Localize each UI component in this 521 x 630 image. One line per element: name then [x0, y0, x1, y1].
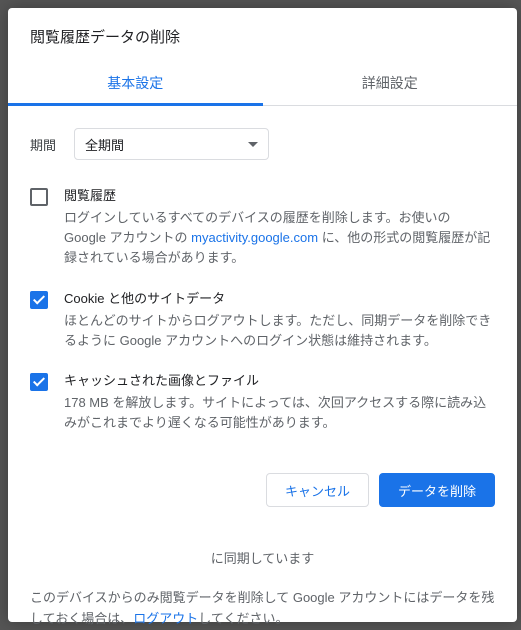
- checkbox-browsing-history[interactable]: [30, 188, 48, 206]
- time-range-label: 期間: [30, 135, 56, 154]
- myactivity-link[interactable]: myactivity.google.com: [191, 230, 318, 245]
- checkbox-cache[interactable]: [30, 373, 48, 391]
- option-title: キャッシュされた画像とファイル: [64, 371, 495, 391]
- time-range-select[interactable]: 全期間: [74, 128, 269, 160]
- option-cookies: Cookie と他のサイトデータ ほとんどのサイトからログアウトします。ただし、…: [30, 279, 495, 361]
- dialog-title: 閲覧履歴データの削除: [8, 8, 517, 61]
- checkbox-cookies[interactable]: [30, 291, 48, 309]
- option-desc: 178 MB を解放します。サイトによっては、次回アクセスする際に読み込みがこれ…: [64, 393, 495, 433]
- sync-status: に同期しています: [30, 549, 495, 588]
- tab-advanced-label: 詳細設定: [362, 75, 418, 91]
- option-desc: ログインしているすべてのデバイスの履歴を削除します。お使いの Google アカ…: [64, 208, 495, 268]
- footer-note: このデバイスからのみ閲覧データを削除して Google アカウントにはデータを残…: [30, 588, 495, 630]
- confirm-button[interactable]: データを削除: [379, 473, 495, 507]
- logout-link[interactable]: ログアウト: [133, 611, 198, 626]
- chevron-down-icon: [248, 142, 258, 147]
- cancel-button[interactable]: キャンセル: [266, 473, 369, 507]
- tab-bar: 基本設定 詳細設定: [8, 61, 517, 106]
- dialog-actions: キャンセル データを削除: [8, 453, 517, 531]
- option-desc: ほとんどのサイトからログアウトします。ただし、同期データを削除できるように Go…: [64, 311, 495, 351]
- dialog-footer: に同期しています このデバイスからのみ閲覧データを削除して Google アカウ…: [8, 531, 517, 629]
- option-browsing-history: 閲覧履歴 ログインしているすべてのデバイスの履歴を削除します。お使いの Goog…: [30, 176, 495, 279]
- tab-basic[interactable]: 基本設定: [8, 61, 263, 105]
- tab-advanced[interactable]: 詳細設定: [263, 61, 518, 105]
- options-list: 閲覧履歴 ログインしているすべてのデバイスの履歴を削除します。お使いの Goog…: [8, 170, 517, 453]
- option-title: 閲覧履歴: [64, 186, 495, 206]
- time-range-value: 全期間: [85, 135, 124, 154]
- time-range-row: 期間 全期間: [8, 106, 517, 170]
- option-title: Cookie と他のサイトデータ: [64, 289, 495, 309]
- tab-basic-label: 基本設定: [107, 75, 163, 91]
- clear-browsing-data-dialog: 閲覧履歴データの削除 基本設定 詳細設定 期間 全期間 閲覧履歴 ログインしてい…: [8, 8, 517, 622]
- option-cache: キャッシュされた画像とファイル 178 MB を解放します。サイトによっては、次…: [30, 361, 495, 443]
